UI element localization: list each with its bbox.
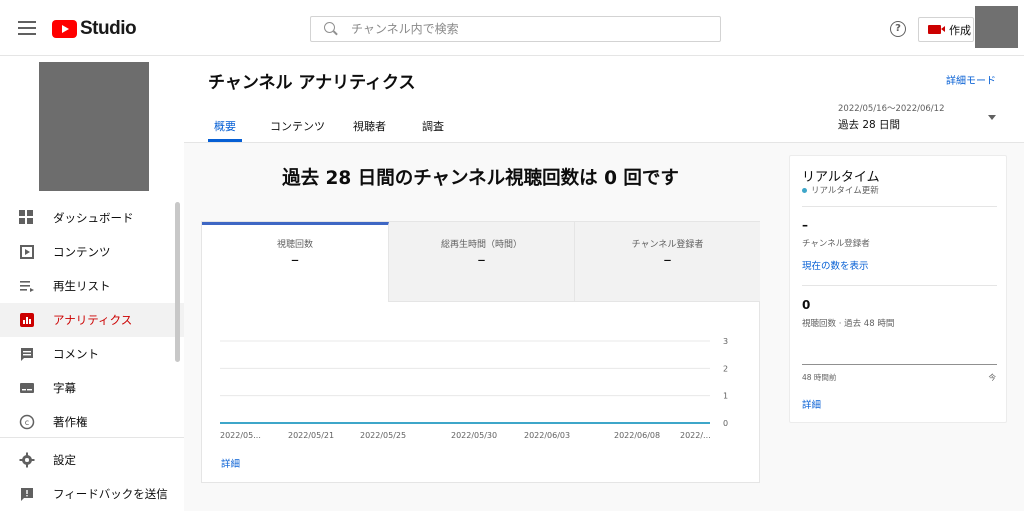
channel-thumbnail[interactable]	[39, 62, 149, 191]
sidebar-item-playlists[interactable]: 再生リスト	[0, 269, 184, 303]
realtime-subtitle-text: リアルタイム更新	[811, 186, 879, 196]
realtime-views-value: 0	[802, 298, 811, 312]
search-icon[interactable]	[323, 21, 339, 37]
sidebar-item-label: 著作権	[53, 415, 88, 429]
x-tick-label: 2022/05...	[220, 431, 261, 440]
comment-icon	[21, 348, 33, 361]
subtitles-icon	[20, 383, 34, 393]
x-tick-label: 2022/06/08	[614, 431, 660, 440]
sidebar-item-content[interactable]: コンテンツ	[0, 235, 184, 269]
page-header: チャンネル アナリティクス 詳細モード 概要 コンテンツ 視聴者 調査 2022…	[184, 56, 1024, 143]
realtime-subtitle: リアルタイム更新	[802, 184, 879, 196]
playlist-icon	[20, 281, 34, 292]
chart-detail-link[interactable]: 詳細	[221, 456, 240, 470]
sidebar-item-label: コメント	[53, 347, 99, 361]
help-icon[interactable]: ?	[890, 21, 906, 37]
show-current-count-link[interactable]: 現在の数を表示	[802, 258, 869, 272]
realtime-axis-end: 今	[988, 373, 997, 382]
sidebar-item-label: ダッシュボード	[53, 211, 134, 225]
x-tick-label: 2022/05/21	[288, 431, 334, 440]
realtime-title: リアルタイム	[802, 170, 880, 185]
search-box[interactable]	[310, 16, 721, 42]
sidebar-item-subtitles[interactable]: 字幕	[0, 371, 184, 405]
tab-research[interactable]: 調査	[422, 118, 444, 134]
chevron-down-icon[interactable]	[988, 115, 996, 120]
tab-audience[interactable]: 視聴者	[353, 118, 386, 134]
divider	[802, 206, 997, 207]
copyright-icon: c	[19, 414, 35, 430]
date-range-dates: 2022/05/16～2022/06/12	[838, 104, 945, 114]
y-tick-label: 1	[723, 392, 728, 401]
avatar[interactable]	[975, 6, 1018, 48]
realtime-axis-start: 48 時間前	[802, 373, 837, 382]
search-input[interactable]	[351, 22, 711, 36]
x-tick-label: 2022/...	[680, 431, 711, 440]
metric-tab-views[interactable]: 視聴回数 –	[202, 222, 389, 302]
views-line-chart: 0 1 2 3 2022/05... 2022/05/21 2022/05/25 2022/0…	[220, 337, 728, 440]
y-tick-label: 2	[723, 364, 728, 373]
metric-tab-watch-time[interactable]: 総再生時間（時間） –	[389, 222, 575, 302]
sidebar: ダッシュボード コンテンツ 再生リスト アナリティクス コメント 字幕 c 著作…	[0, 56, 184, 511]
overview-card: 過去 28 日間のチャンネル視聴回数は 0 回です 視聴回数 – 総再生時間（時…	[201, 150, 760, 483]
sidebar-scrollbar[interactable]	[175, 202, 180, 362]
create-label: 作成	[949, 23, 971, 37]
realtime-chart-axis	[802, 364, 997, 365]
metrics-panel: 視聴回数 – 総再生時間（時間） – チャンネル登録者 – 0 1 2 3 2022/0…	[201, 221, 760, 483]
realtime-subscribers-value: –	[802, 218, 808, 232]
sidebar-item-feedback[interactable]: フィードバックを送信	[0, 477, 184, 511]
tab-overview[interactable]: 概要	[214, 118, 236, 134]
svg-text:c: c	[25, 418, 29, 427]
sidebar-item-analytics[interactable]: アナリティクス	[0, 303, 184, 337]
x-tick-label: 2022/06/03	[524, 431, 570, 440]
content-icon	[20, 245, 34, 259]
metric-value: –	[663, 250, 672, 269]
y-tick-label: 3	[723, 337, 728, 346]
realtime-views-label: 視聴回数 · 過去 48 時間	[802, 319, 895, 329]
analytics-icon	[20, 313, 34, 327]
metric-value: –	[291, 250, 299, 269]
page-title: チャンネル アナリティクス	[208, 73, 416, 93]
metric-label: 総再生時間（時間）	[440, 240, 522, 250]
sidebar-item-dashboard[interactable]: ダッシュボード	[0, 201, 184, 235]
sidebar-divider	[0, 437, 184, 438]
menu-icon[interactable]	[18, 21, 36, 35]
date-range-label: 過去 28 日間	[838, 119, 901, 131]
realtime-detail-link[interactable]: 詳細	[802, 397, 821, 411]
overview-headline: 過去 28 日間のチャンネル視聴回数は 0 回です	[282, 168, 679, 189]
sidebar-item-label: フィードバックを送信	[53, 487, 168, 501]
create-button[interactable]: 作成	[918, 17, 974, 42]
sidebar-item-label: アナリティクス	[53, 313, 133, 327]
video-camera-icon	[928, 25, 945, 34]
x-tick-label: 2022/05/30	[451, 431, 497, 440]
top-bar: Studio ? 作成	[0, 0, 1024, 56]
sidebar-item-copyright[interactable]: c 著作権	[0, 405, 184, 439]
logo-text: Studio	[80, 18, 137, 39]
settings-icon	[19, 452, 35, 468]
youtube-play-icon	[52, 20, 77, 38]
studio-logo[interactable]: Studio	[52, 18, 137, 40]
realtime-subscribers-label: チャンネル登録者	[802, 239, 870, 249]
divider	[802, 285, 997, 286]
metric-label: 視聴回数	[276, 240, 313, 250]
sidebar-item-settings[interactable]: 設定	[0, 443, 184, 477]
sidebar-item-label: 再生リスト	[53, 279, 111, 293]
metric-value: –	[477, 250, 486, 269]
dashboard-icon	[19, 210, 35, 226]
metric-tab-subscribers[interactable]: チャンネル登録者 –	[575, 222, 760, 302]
tab-content[interactable]: コンテンツ	[270, 118, 325, 134]
active-tab-indicator	[208, 139, 242, 142]
realtime-card: リアルタイム リアルタイム更新 – チャンネル登録者 現在の数を表示 0 視聴回…	[789, 155, 1007, 423]
sidebar-item-label: 設定	[53, 453, 76, 467]
date-range-selector[interactable]: 2022/05/16～2022/06/12 過去 28 日間	[838, 102, 944, 132]
x-tick-label: 2022/05/25	[360, 431, 406, 440]
sidebar-item-label: コンテンツ	[53, 245, 111, 259]
advanced-mode-link[interactable]: 詳細モード	[946, 72, 996, 87]
y-tick-label: 0	[723, 419, 728, 428]
sidebar-item-label: 字幕	[53, 381, 76, 395]
metric-label: チャンネル登録者	[631, 240, 704, 250]
live-dot-icon	[802, 187, 807, 193]
sidebar-item-comments[interactable]: コメント	[0, 337, 184, 371]
feedback-icon	[21, 488, 33, 501]
